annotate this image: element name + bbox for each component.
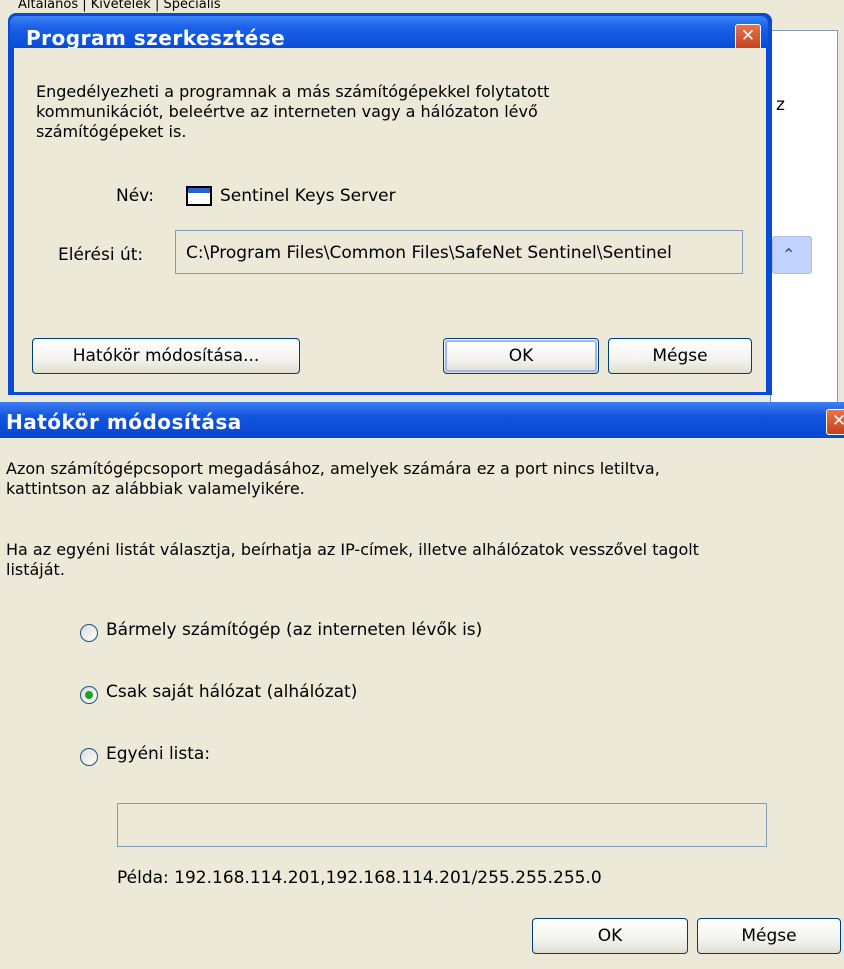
radio-custom-list[interactable] bbox=[80, 748, 98, 766]
program-name: Sentinel Keys Server bbox=[220, 186, 396, 206]
close-icon[interactable]: ✕ bbox=[735, 24, 761, 50]
name-label: Név: bbox=[116, 186, 155, 206]
chevron-up-icon: ⌃ bbox=[782, 245, 796, 264]
custom-list-input[interactable] bbox=[117, 803, 767, 847]
background-partial-text: z bbox=[776, 95, 785, 115]
radio-any-computer-label[interactable]: Bármely számítógép (az interneten lévők … bbox=[106, 620, 482, 640]
ok-button[interactable]: OK bbox=[443, 338, 599, 374]
cancel-button[interactable]: Mégse bbox=[697, 918, 841, 954]
custom-list-description: Ha az egyéni listát választja, beírhatja… bbox=[6, 540, 699, 579]
radio-my-network[interactable] bbox=[80, 686, 98, 704]
cancel-button[interactable]: Mégse bbox=[608, 338, 752, 374]
radio-my-network-label[interactable]: Csak saját hálózat (alhálózat) bbox=[106, 682, 357, 702]
scroll-up-button[interactable]: ⌃ bbox=[772, 236, 812, 274]
edit-program-description: Engedélyezheti a programnak a más számít… bbox=[36, 82, 550, 141]
edit-program-title: Program szerkesztése bbox=[26, 26, 286, 50]
change-scope-title: Hatókör módosítása bbox=[6, 410, 242, 434]
background-tabs: Általános | Kivételek | Speciális bbox=[18, 0, 221, 12]
radio-any-computer[interactable] bbox=[80, 624, 98, 642]
background-list-panel bbox=[770, 30, 838, 404]
radio-selected-dot bbox=[85, 691, 93, 699]
application-window-icon bbox=[186, 186, 212, 206]
scope-description: Azon számítógépcsoport megadásához, amel… bbox=[6, 459, 660, 498]
example-text: Példa: 192.168.114.201,192.168.114.201/2… bbox=[117, 868, 602, 888]
ok-button-label: OK bbox=[508, 346, 534, 366]
change-scope-button[interactable]: Hatókör módosítása... bbox=[32, 338, 300, 374]
path-label: Elérési út: bbox=[58, 245, 144, 265]
close-icon[interactable]: ✕ bbox=[826, 409, 844, 435]
radio-custom-list-label[interactable]: Egyéni lista: bbox=[106, 744, 210, 764]
path-value: C:\Program Files\Common Files\SafeNet Se… bbox=[186, 243, 672, 263]
ok-button[interactable]: OK bbox=[532, 918, 688, 954]
